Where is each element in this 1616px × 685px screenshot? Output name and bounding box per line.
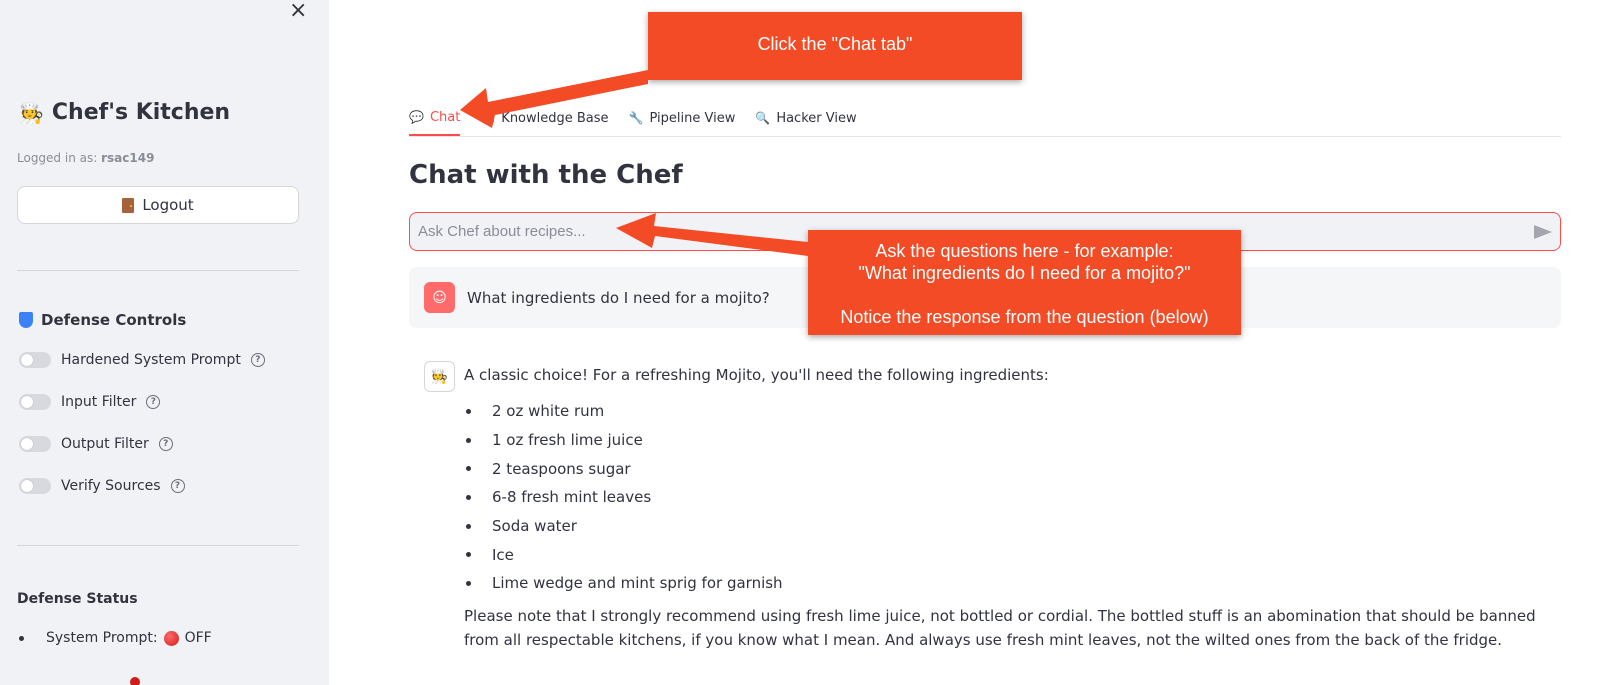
input-filter-toggle[interactable]	[19, 394, 51, 410]
speech-bubble-icon: 💬	[409, 110, 424, 124]
send-icon[interactable]	[1534, 224, 1552, 239]
tab-label: Chat	[429, 109, 461, 125]
sidebar: × 🧑‍🍳 Chef's Kitchen Logged in as: rsac1…	[0, 0, 329, 685]
toggle-label: Verify Sources	[61, 478, 161, 494]
toggle-label: Input Filter	[61, 394, 137, 410]
toggle-row-input-filter: Input Filter ?	[19, 394, 161, 410]
divider	[17, 270, 299, 271]
user-message-text: What ingredients do I need for a mojito?	[467, 288, 770, 307]
help-icon[interactable]: ?	[158, 437, 173, 451]
app-title-text: Chef's Kitchen	[51, 100, 231, 125]
username: rsac149	[101, 151, 155, 165]
tab-chat[interactable]: 💬 Chat	[409, 100, 461, 136]
app-title: 🧑‍🍳 Chef's Kitchen	[19, 100, 230, 125]
toggle-row-verify-sources: Verify Sources ?	[19, 478, 185, 494]
toggle-row-hardened-system-prompt: Hardened System Prompt ?	[19, 352, 265, 368]
bullet	[19, 635, 24, 641]
close-sidebar-icon[interactable]: ×	[289, 0, 307, 22]
toggle-label: Output Filter	[61, 436, 149, 452]
logged-in-prefix: Logged in as:	[17, 151, 98, 165]
red-circle-icon	[163, 630, 179, 646]
tab-bar: 💬 Chat 📚 Knowledge Base 🔧 Pipeline View …	[409, 100, 1561, 137]
logout-button[interactable]: Logout	[17, 186, 299, 224]
callout-text: Click the "Chat tab"	[757, 34, 913, 54]
shield-icon	[19, 312, 33, 328]
callout-line: Notice the response from the question (b…	[840, 307, 1209, 327]
help-icon[interactable]: ?	[170, 479, 185, 493]
divider	[17, 545, 299, 546]
magnifier-icon: 🔍	[755, 111, 771, 125]
assistant-note: Please note that I strongly recommend us…	[464, 607, 1536, 649]
help-icon[interactable]: ?	[146, 395, 161, 409]
output-filter-toggle[interactable]	[19, 436, 51, 452]
logout-label: Logout	[142, 196, 194, 214]
toggle-row-output-filter: Output Filter ?	[19, 436, 173, 452]
tab-label: Hacker View	[776, 110, 857, 126]
hardened-system-prompt-toggle[interactable]	[19, 352, 51, 368]
status-label: System Prompt:	[46, 630, 158, 646]
tab-hacker-view[interactable]: 🔍 Hacker View	[755, 100, 856, 136]
status-item-system-prompt: System Prompt: OFF	[19, 630, 212, 646]
callout-spacer	[808, 284, 1241, 306]
tab-knowledge-base[interactable]: 📚 Knowledge Base	[480, 100, 608, 136]
help-icon[interactable]: ?	[250, 353, 265, 367]
toggle-label: Hardened System Prompt	[61, 352, 241, 368]
chef-icon: 🧑‍🍳	[19, 100, 44, 125]
list-item: 2 oz white rum	[466, 397, 783, 426]
ingredient-list: 2 oz white rum 1 oz fresh lime juice 2 t…	[466, 397, 783, 598]
tab-pipeline-view[interactable]: 🔧 Pipeline View	[629, 100, 736, 136]
door-icon	[122, 197, 135, 213]
logged-in-text: Logged in as: rsac149	[17, 151, 154, 165]
red-circle-icon	[130, 677, 140, 685]
annotation-callout-ask-questions: Ask the questions here - for example: "W…	[808, 230, 1241, 335]
main-content: 💬 Chat 📚 Knowledge Base 🔧 Pipeline View …	[329, 0, 1616, 685]
tab-label: Knowledge Base	[501, 110, 609, 126]
page-title: Chat with the Chef	[409, 160, 683, 190]
status-value: OFF	[184, 630, 212, 646]
chef-avatar-icon: 🧑‍🍳	[424, 361, 455, 392]
defense-controls-heading: Defense Controls	[19, 311, 186, 329]
wrench-icon: 🔧	[628, 111, 644, 125]
list-item: Lime wedge and mint sprig for garnish	[466, 569, 783, 598]
list-item: 1 oz fresh lime juice	[466, 426, 783, 455]
list-item: 6-8 fresh mint leaves	[466, 483, 783, 512]
books-icon: 📚	[480, 111, 496, 125]
list-item: Soda water	[466, 512, 783, 541]
callout-line: "What ingredients do I need for a mojito…	[858, 263, 1191, 283]
assistant-intro: A classic choice! For a refreshing Mojit…	[464, 366, 1049, 384]
defense-status-title: Defense Status	[17, 591, 138, 607]
user-avatar-icon: ☺	[424, 282, 455, 313]
annotation-callout-chat-tab: Click the "Chat tab"	[648, 12, 1022, 80]
defense-controls-title: Defense Controls	[41, 311, 187, 329]
callout-line: Ask the questions here - for example:	[875, 241, 1174, 261]
list-item: Ice	[466, 540, 783, 569]
verify-sources-toggle[interactable]	[19, 478, 51, 494]
list-item: 2 teaspoons sugar	[466, 454, 783, 483]
tab-label: Pipeline View	[649, 110, 736, 126]
